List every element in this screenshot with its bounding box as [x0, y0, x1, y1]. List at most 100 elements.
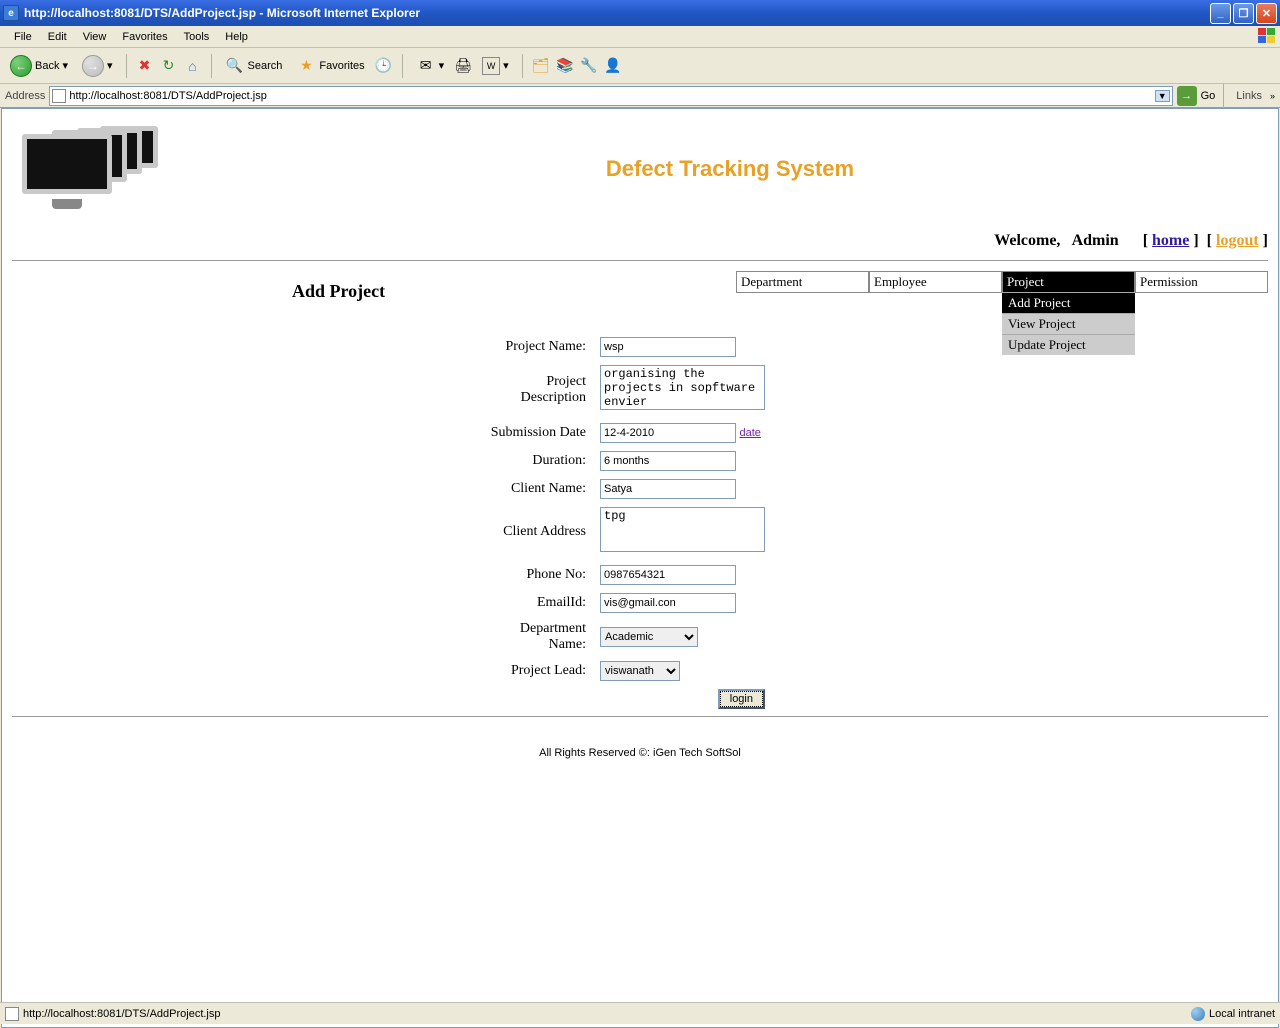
print-icon[interactable]: 🖨	[453, 56, 473, 76]
chevron-down-icon: ▾	[503, 59, 509, 72]
edit-button[interactable]: W▾	[477, 54, 514, 78]
email-input[interactable]	[600, 593, 736, 613]
welcome-row: Welcome, Admin [ home ] [ logout ]	[12, 224, 1268, 258]
label-client-name: Client Name:	[474, 476, 592, 502]
address-label: Address	[5, 90, 45, 102]
address-url: http://localhost:8081/DTS/AddProject.jsp	[69, 90, 1151, 102]
separator	[1223, 84, 1224, 108]
date-link[interactable]: date	[740, 427, 761, 439]
toolbar: ← Back ▾ → ▾ ✖ ↻ ⌂ 🔍 Search ★ Favorites …	[0, 48, 1280, 84]
divider	[12, 260, 1268, 261]
add-project-form: Project Name: Project Description organi…	[472, 332, 773, 714]
address-bar: Address http://localhost:8081/DTS/AddPro…	[0, 84, 1280, 108]
menu-favorites[interactable]: Favorites	[114, 29, 175, 45]
favorites-button[interactable]: ★ Favorites	[291, 53, 369, 79]
chevron-down-icon[interactable]: ▼	[1155, 90, 1170, 102]
label-dept-name: Department Name:	[474, 618, 592, 656]
window-title: http://localhost:8081/DTS/AddProject.jsp…	[24, 6, 1210, 20]
browser-viewport[interactable]: Defect Tracking System Welcome, Admin [ …	[1, 108, 1279, 1028]
menu-tools[interactable]: Tools	[176, 29, 218, 45]
nav-project[interactable]: Project	[1002, 271, 1135, 293]
duration-input[interactable]	[600, 451, 736, 471]
label-project-lead: Project Lead:	[474, 658, 592, 684]
forward-button[interactable]: → ▾	[77, 52, 118, 80]
edit-icon: W	[482, 57, 500, 75]
submission-date-input[interactable]	[600, 423, 736, 443]
menu-edit[interactable]: Edit	[40, 29, 75, 45]
back-label: Back	[35, 60, 59, 72]
status-text: http://localhost:8081/DTS/AddProject.jsp	[23, 1008, 221, 1020]
research-icon[interactable]: 📚	[555, 56, 575, 76]
menubar: File Edit View Favorites Tools Help	[0, 26, 1280, 48]
label-project-name: Project Name:	[474, 334, 592, 360]
project-lead-select[interactable]: viswanath	[600, 661, 680, 681]
logout-link[interactable]: logout	[1216, 232, 1259, 249]
label-phone: Phone No:	[474, 562, 592, 588]
search-button[interactable]: 🔍 Search	[220, 53, 288, 79]
back-icon: ←	[10, 55, 32, 77]
divider	[12, 716, 1268, 717]
label-email: EmailId:	[474, 590, 592, 616]
dd-add-project[interactable]: Add Project	[1002, 292, 1135, 313]
client-address-textarea[interactable]: tpg	[600, 507, 765, 552]
login-button[interactable]: login	[718, 689, 765, 709]
user-name: Admin	[1072, 232, 1119, 249]
back-button[interactable]: ← Back ▾	[5, 52, 73, 80]
project-desc-textarea[interactable]: organising the projects in sopftware env…	[600, 365, 765, 410]
separator	[522, 54, 523, 78]
windows-flag-icon	[1258, 28, 1276, 44]
stop-icon[interactable]: ✖	[135, 56, 155, 76]
dd-update-project[interactable]: Update Project	[1002, 334, 1135, 355]
chevron-down-icon: ▾	[107, 59, 113, 72]
forward-icon: →	[82, 55, 104, 77]
window-titlebar: e http://localhost:8081/DTS/AddProject.j…	[0, 0, 1280, 26]
label-project-desc: Project Description	[474, 362, 592, 418]
dept-name-select[interactable]: Academic	[600, 627, 698, 647]
project-dropdown: Add Project View Project Update Project	[1002, 292, 1135, 355]
go-label: Go	[1201, 90, 1216, 102]
dd-view-project[interactable]: View Project	[1002, 313, 1135, 334]
star-icon: ★	[296, 56, 316, 76]
home-link[interactable]: home	[1152, 232, 1189, 249]
separator	[126, 54, 127, 78]
nav-permission[interactable]: Permission	[1135, 271, 1268, 293]
links-label[interactable]: Links	[1232, 90, 1266, 102]
page-icon	[5, 1007, 19, 1021]
discuss-icon[interactable]: 🗂	[531, 56, 551, 76]
favorites-label: Favorites	[319, 60, 364, 72]
home-icon[interactable]: ⌂	[183, 56, 203, 76]
nav-employee[interactable]: Employee	[869, 271, 1002, 293]
separator	[402, 54, 403, 78]
search-label: Search	[248, 60, 283, 72]
mail-button[interactable]: ✉▾	[411, 53, 450, 79]
menu-help[interactable]: Help	[217, 29, 256, 45]
label-duration: Duration:	[474, 448, 592, 474]
logo-image	[12, 114, 192, 224]
close-button[interactable]: ✕	[1256, 3, 1277, 24]
chevron-right-icon[interactable]: »	[1270, 91, 1275, 101]
menu-file[interactable]: File	[6, 29, 40, 45]
nav-department[interactable]: Department	[736, 271, 869, 293]
phone-input[interactable]	[600, 565, 736, 585]
separator	[211, 54, 212, 78]
menu-view[interactable]: View	[75, 29, 115, 45]
address-input[interactable]: http://localhost:8081/DTS/AddProject.jsp…	[49, 86, 1172, 106]
label-client-address: Client Address	[474, 504, 592, 560]
mail-icon: ✉	[416, 56, 436, 76]
client-name-input[interactable]	[600, 479, 736, 499]
page-icon	[52, 89, 66, 103]
maximize-button[interactable]: ❐	[1233, 3, 1254, 24]
label-submission-date: Submission Date	[474, 420, 592, 446]
chevron-down-icon: ▾	[439, 59, 445, 72]
chevron-down-icon: ▾	[62, 59, 68, 72]
go-button[interactable]: →	[1177, 86, 1197, 106]
app-title: Defect Tracking System	[192, 156, 1268, 182]
ie-icon: e	[3, 5, 19, 21]
history-icon[interactable]: 🕒	[374, 56, 394, 76]
project-name-input[interactable]	[600, 337, 736, 357]
minimize-button[interactable]: _	[1210, 3, 1231, 24]
messenger-icon[interactable]: 👤	[603, 56, 623, 76]
tool-icon[interactable]: 🔧	[579, 56, 599, 76]
refresh-icon[interactable]: ↻	[159, 56, 179, 76]
footer-text: All Rights Reserved ©: iGen Tech SoftSol	[12, 747, 1268, 759]
